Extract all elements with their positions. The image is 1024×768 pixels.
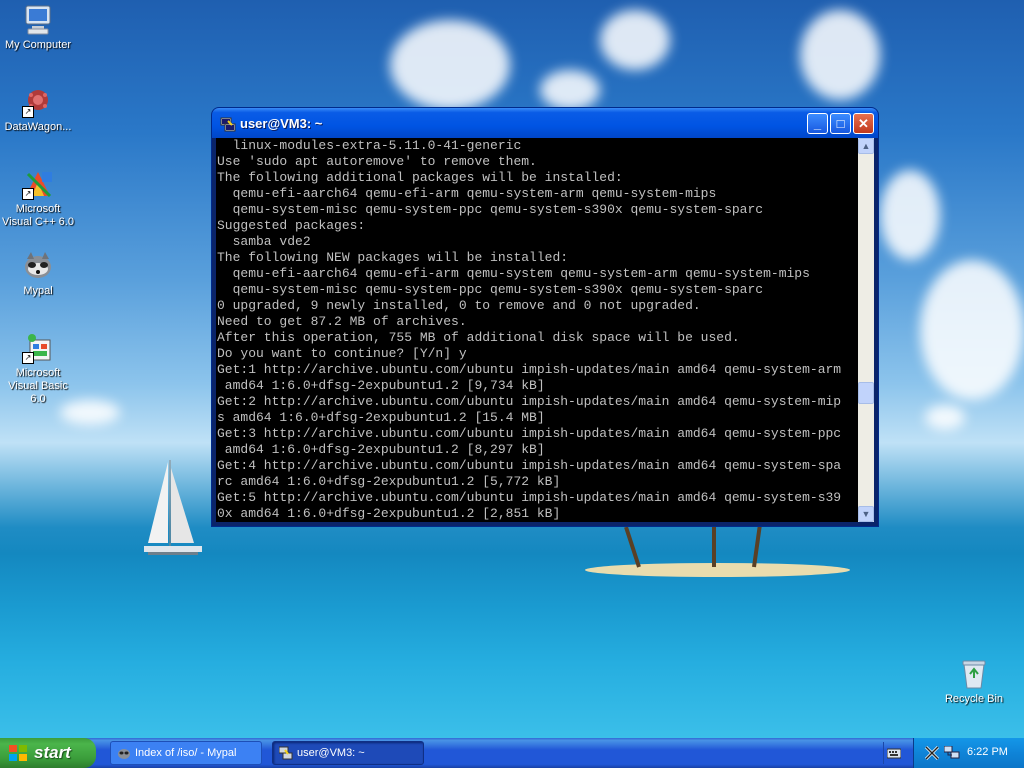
terminal-line: Get:4 http://archive.ubuntu.com/ubuntu i… [217, 458, 842, 473]
terminal-line: samba vde2 [217, 234, 311, 249]
shortcut-arrow-icon: ↗ [22, 188, 34, 200]
desktop-icon-label: DataWagon... [4, 121, 72, 133]
desktop-icon-mypal[interactable]: Mypal [0, 250, 76, 298]
terminal-line: qemu-efi-aarch64 qemu-efi-arm qemu-syste… [217, 266, 810, 281]
desktop-icon-label: Microsoft Visual C++ 6.0 [2, 203, 74, 228]
desktop-icon-visual-basic[interactable]: ↗ Microsoft Visual Basic 6.0 [0, 332, 76, 406]
palm-trunk [752, 525, 762, 568]
sailboat [144, 460, 202, 555]
desktop-icon-datawagon[interactable]: ↗ DataWagon... [0, 86, 76, 134]
desktop-icon-label: Recycle Bin [944, 693, 1004, 705]
palm-trunk [624, 526, 641, 568]
terminal-line: The following NEW packages will be insta… [217, 250, 569, 265]
terminal-line: Get:5 http://archive.ubuntu.com/ubuntu i… [217, 490, 842, 505]
cloud [390, 20, 510, 110]
window-title: user@VM3: ~ [240, 116, 323, 131]
terminal-line: qemu-system-misc qemu-system-ppc qemu-sy… [217, 282, 764, 297]
desktop-icon-visual-cpp[interactable]: ↗ Microsoft Visual C++ 6.0 [0, 168, 76, 229]
desktop-icon-label: Mypal [23, 285, 53, 297]
windows-flag-icon [8, 744, 28, 762]
keyboard-icon[interactable] [886, 746, 902, 760]
recycle-bin-icon [958, 658, 990, 690]
terminal-line: After this operation, 755 MB of addition… [217, 330, 740, 345]
cloud [920, 260, 1024, 400]
scroll-up-button[interactable]: ▲ [858, 138, 874, 154]
desktop-icon-label: Microsoft Visual Basic 6.0 [8, 367, 68, 405]
terminal-line: qemu-efi-aarch64 qemu-efi-arm qemu-syste… [217, 186, 717, 201]
desktop-icon-recycle-bin[interactable]: Recycle Bin [936, 658, 1012, 706]
shortcut-arrow-icon: ↗ [22, 106, 34, 118]
terminal-line: amd64 1:6.0+dfsg-2expubuntu1.2 [9,734 kB… [217, 378, 545, 393]
shortcut-arrow-icon: ↗ [22, 352, 34, 364]
taskbar-item-terminal[interactable]: user@VM3: ~ [272, 741, 424, 765]
cloud [925, 405, 965, 430]
terminal-window[interactable]: user@VM3: ~ _ □ ✕ linux-modules-extra-5.… [212, 108, 878, 526]
x-server-icon[interactable] [924, 745, 940, 761]
terminal-line: Do you want to continue? [Y/n] y [217, 346, 467, 361]
desktop: My Computer ↗ DataWagon... ↗ Microsoft V… [0, 0, 1024, 738]
cloud [540, 70, 600, 110]
terminal-line: Need to get 87.2 MB of archives. [217, 314, 467, 329]
terminal-line: The following additional packages will b… [217, 170, 623, 185]
start-button[interactable]: start [0, 738, 96, 768]
taskbar-item-label: Index of /iso/ - Mypal [135, 747, 237, 759]
island [585, 563, 850, 577]
terminal-line: 0x amd64 1:6.0+dfsg-2expubuntu1.2 [2,851… [217, 506, 561, 521]
window-titlebar[interactable]: user@VM3: ~ _ □ ✕ [212, 108, 878, 138]
terminal-line: Use 'sudo apt autoremove' to remove them… [217, 154, 537, 169]
terminal-scrollbar[interactable]: ▲ ▼ [858, 138, 874, 522]
visual-basic-icon: ↗ [22, 332, 54, 364]
cloud [880, 170, 940, 260]
start-label: start [34, 743, 71, 762]
palm-trunk [712, 525, 716, 567]
taskbar-item-label: user@VM3: ~ [297, 747, 365, 759]
terminal-line: rc amd64 1:6.0+dfsg-2expubuntu1.2 [5,772… [217, 474, 561, 489]
system-tray: 6:22 PM [913, 738, 1024, 768]
terminal-output[interactable]: linux-modules-extra-5.11.0-41-generic Use… [216, 138, 858, 522]
putty-icon [278, 746, 293, 760]
minimize-button[interactable]: _ [807, 113, 828, 134]
cloud [600, 10, 670, 70]
desktop-icon-my-computer[interactable]: My Computer [0, 4, 76, 52]
taskbar-item-mypal[interactable]: Index of /iso/ - Mypal [110, 741, 262, 765]
terminal-line: linux-modules-extra-5.11.0-41-generic [217, 138, 522, 153]
terminal-line: Get:2 http://archive.ubuntu.com/ubuntu i… [217, 394, 842, 409]
mypal-icon [22, 250, 54, 282]
network-icon[interactable] [943, 745, 960, 760]
visual-cpp-icon: ↗ [22, 168, 54, 200]
terminal-line: Get:3 http://archive.ubuntu.com/ubuntu i… [217, 426, 842, 441]
terminal-line: Get:1 http://archive.ubuntu.com/ubuntu i… [217, 362, 842, 377]
maximize-button[interactable]: □ [830, 113, 851, 134]
taskbar: start Index of /iso/ - Mypal user@VM3: ~… [0, 738, 1024, 768]
terminal-line: amd64 1:6.0+dfsg-2expubuntu1.2 [8,297 kB… [217, 442, 545, 457]
scrollbar-thumb[interactable] [858, 382, 874, 404]
my-computer-icon [22, 4, 54, 36]
datawagon-icon: ↗ [22, 86, 54, 118]
terminal-line: qemu-system-misc qemu-system-ppc qemu-sy… [217, 202, 764, 217]
cloud [800, 10, 880, 100]
scroll-down-button[interactable]: ▼ [858, 506, 874, 522]
terminal-line: 0 upgraded, 9 newly installed, 0 to remo… [217, 298, 701, 313]
desktop-icon-label: My Computer [4, 39, 72, 51]
tray-separator [883, 742, 884, 764]
clock: 6:22 PM [967, 746, 1008, 758]
terminal-line: Suggested packages: [217, 218, 366, 233]
terminal-line: s amd64 1:6.0+dfsg-2expubuntu1.2 [15.4 M… [217, 410, 545, 425]
mypal-icon [117, 746, 131, 760]
close-button[interactable]: ✕ [853, 113, 874, 134]
putty-icon [220, 116, 236, 132]
